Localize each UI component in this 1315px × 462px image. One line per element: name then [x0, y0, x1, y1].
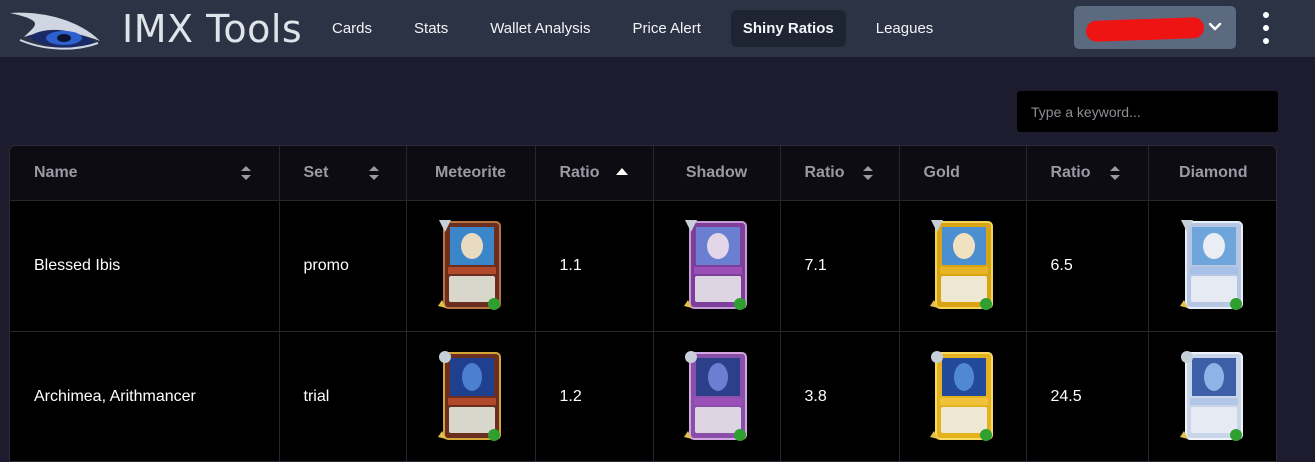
nav-item-cards[interactable]: Cards [320, 10, 384, 47]
cell-meteorite-ratio: 1.1 [535, 200, 654, 332]
sort-icon [862, 166, 873, 180]
cell-shadow-card [653, 331, 781, 461]
cell-gold-ratio: 24.5 [1026, 331, 1149, 461]
shiny-ratios-table: Name Set Meteorite Ratio Shadow Ratio Go… [9, 145, 1277, 462]
sort-asc-icon [615, 168, 628, 175]
shadow-card-image[interactable] [683, 349, 751, 445]
brand[interactable]: IMX Tools [0, 0, 320, 57]
column-header-gold: Gold [899, 146, 1027, 201]
column-header-shadow: Shadow [653, 146, 781, 201]
sort-icon [368, 166, 379, 180]
cell-gold-card [899, 331, 1027, 461]
diamond-card-image[interactable] [1179, 218, 1247, 314]
cell-gold-ratio: 6.5 [1026, 200, 1149, 332]
table-row[interactable]: Archimea, Arithmancer trial 1.2 3.8 24.5 [10, 331, 1276, 461]
column-header-name[interactable]: Name [10, 146, 280, 201]
nav-item-wallet-analysis[interactable]: Wallet Analysis [478, 10, 602, 47]
sort-icon [1109, 166, 1120, 180]
search-input[interactable] [1017, 91, 1278, 132]
column-header-shadow-ratio[interactable]: Ratio [780, 146, 900, 201]
table-row[interactable]: Blessed Ibis promo 1.1 7.1 6.5 [10, 200, 1276, 332]
nav-item-stats[interactable]: Stats [402, 10, 460, 47]
meteorite-card-image[interactable] [437, 218, 505, 314]
kebab-menu-icon[interactable] [1256, 12, 1276, 44]
shadow-card-image[interactable] [683, 218, 751, 314]
sort-icon [241, 166, 251, 180]
column-header-gold-ratio[interactable]: Ratio [1026, 146, 1149, 201]
cell-meteorite-ratio: 1.2 [535, 331, 654, 461]
cell-name: Archimea, Arithmancer [10, 331, 280, 461]
diamond-card-image[interactable] [1179, 349, 1247, 445]
gold-card-image[interactable] [929, 349, 997, 445]
cell-meteorite-card [406, 331, 536, 461]
cell-meteorite-card [406, 200, 536, 332]
table-header-row: Name Set Meteorite Ratio Shadow Ratio Go… [10, 146, 1276, 201]
top-navbar: IMX Tools Cards Stats Wallet Analysis Pr… [0, 0, 1315, 57]
cell-diamond-card [1148, 331, 1276, 461]
nav-item-leagues[interactable]: Leagues [864, 10, 946, 47]
cell-shadow-card [653, 200, 781, 332]
column-header-meteorite: Meteorite [406, 146, 536, 201]
meteorite-card-image[interactable] [437, 349, 505, 445]
cell-shadow-ratio: 7.1 [780, 200, 900, 332]
nav-item-shiny-ratios[interactable]: Shiny Ratios [730, 10, 846, 47]
redacted-username [1085, 16, 1205, 43]
nav-item-price-alert[interactable]: Price Alert [621, 10, 713, 47]
column-header-set[interactable]: Set [279, 146, 407, 201]
column-header-diamond: Diamond [1148, 146, 1276, 201]
nav-links: Cards Stats Wallet Analysis Price Alert … [320, 10, 963, 47]
brand-title: IMX Tools [122, 6, 303, 51]
cell-set: promo [279, 200, 407, 332]
cell-gold-card [899, 200, 1027, 332]
cell-name: Blessed Ibis [10, 200, 280, 332]
gold-card-image[interactable] [929, 218, 997, 314]
eye-logo-icon [10, 12, 100, 50]
cell-shadow-ratio: 3.8 [780, 331, 900, 461]
user-dropdown[interactable] [1074, 6, 1236, 49]
chevron-down-icon [1208, 22, 1222, 31]
cell-diamond-card [1148, 200, 1276, 332]
column-header-meteorite-ratio[interactable]: Ratio [535, 146, 654, 201]
cell-set: trial [279, 331, 407, 461]
